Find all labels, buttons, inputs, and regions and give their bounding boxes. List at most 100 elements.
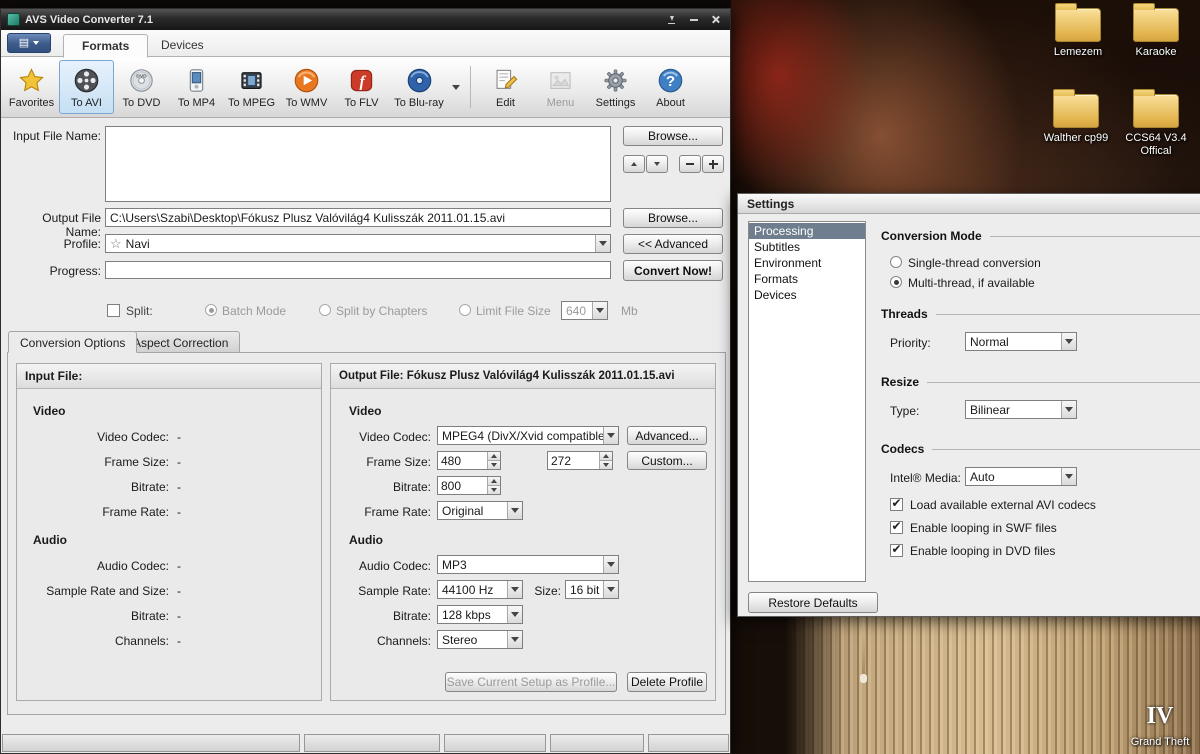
tool-about[interactable]: ? About (643, 60, 698, 114)
window-title: AVS Video Converter 7.1 (25, 13, 153, 26)
advanced-toggle-button[interactable]: << Advanced (623, 234, 723, 254)
dropdown-button[interactable] (507, 606, 522, 623)
audio-codec-select[interactable]: MP3 (437, 555, 619, 574)
nav-item-environment[interactable]: Environment (749, 255, 865, 271)
more-formats-dropdown[interactable] (449, 60, 463, 114)
browse-input-button[interactable]: Browse... (623, 126, 723, 146)
spinner-buttons[interactable] (599, 452, 612, 469)
desktop-icon-walther-cp99[interactable]: Walther cp99 (1038, 89, 1114, 145)
tool-to-flv[interactable]: f To FLV (334, 60, 389, 114)
single-thread-radio[interactable] (890, 256, 902, 268)
limit-file-size-radio[interactable] (459, 304, 471, 316)
video-bitrate-spinner[interactable]: 800 (437, 476, 501, 495)
dropdown-button[interactable] (507, 631, 522, 648)
sample-size-select[interactable]: 16 bit (565, 580, 619, 599)
spin-up-button[interactable] (600, 452, 612, 460)
dropdown-button[interactable] (1061, 401, 1076, 418)
tab-aspect-correction[interactable]: Aspect Correction (121, 331, 241, 353)
codecs-header: Codecs (881, 442, 1200, 456)
add-file-button[interactable] (702, 155, 724, 173)
output-file-input[interactable]: C:\Users\Szabi\Desktop\Fókusz Plusz Való… (105, 208, 611, 227)
minimize-to-tray-button[interactable] (663, 12, 680, 27)
tool-to-avi[interactable]: To AVI (59, 60, 114, 114)
limit-size-select[interactable]: 640 (561, 301, 608, 320)
status-pane (648, 734, 729, 752)
tool-label: About (656, 97, 685, 109)
button-label: Advanced... (635, 428, 699, 443)
convert-now-button[interactable]: Convert Now! (623, 260, 723, 281)
desktop-icon-ccs64[interactable]: CCS64 V3.4 Offical (1118, 89, 1194, 158)
intel-media-select[interactable]: Auto (965, 467, 1077, 486)
move-up-button[interactable] (623, 155, 645, 173)
dvd-looping-checkbox[interactable] (890, 542, 903, 557)
dropdown-button[interactable] (603, 581, 618, 598)
audio-bitrate-select[interactable]: 128 kbps (437, 605, 523, 624)
select-value: MP3 (442, 557, 467, 572)
tool-to-dvd[interactable]: DVD To DVD (114, 60, 169, 114)
tool-to-mpeg[interactable]: To MPEG (224, 60, 279, 114)
spin-down-button[interactable] (600, 460, 612, 469)
nav-item-processing[interactable]: Processing (749, 223, 865, 239)
split-by-chapters-radio[interactable] (319, 304, 331, 316)
dropdown-button[interactable] (1061, 468, 1076, 485)
row-value: - (177, 559, 181, 573)
resize-type-select[interactable]: Bilinear (965, 400, 1077, 419)
browse-output-button[interactable]: Browse... (623, 208, 723, 228)
tab-devices[interactable]: Devices (143, 34, 222, 58)
sample-rate-select[interactable]: 44100 Hz (437, 580, 523, 599)
external-avi-codecs-checkbox[interactable] (890, 496, 903, 511)
restore-defaults-button[interactable]: Restore Defaults (748, 592, 878, 613)
frame-rate-select[interactable]: Original (437, 501, 523, 520)
settings-title-bar[interactable]: Settings (738, 194, 1200, 214)
minimize-button[interactable] (685, 12, 702, 27)
split-checkbox[interactable] (107, 304, 120, 317)
spin-up-button[interactable] (488, 477, 500, 485)
spinner-buttons[interactable] (487, 477, 500, 494)
tab-formats[interactable]: Formats (63, 34, 149, 58)
frame-width-spinner[interactable]: 480 (437, 451, 501, 470)
tool-to-mp4[interactable]: To MP4 (169, 60, 224, 114)
input-file-list[interactable] (105, 126, 611, 202)
desktop-icon-grand-theft[interactable]: Grand Theft (1122, 700, 1198, 749)
advanced-codec-button[interactable]: Advanced... (627, 426, 707, 445)
dropdown-button[interactable] (507, 581, 522, 598)
tool-label: To Blu-ray (394, 97, 444, 109)
spinner-buttons[interactable] (487, 452, 500, 469)
dropdown-button[interactable] (603, 427, 618, 444)
tab-conversion-options[interactable]: Conversion Options (8, 331, 138, 353)
delete-profile-button[interactable]: Delete Profile (627, 672, 707, 692)
tool-settings[interactable]: Settings (588, 60, 643, 114)
tool-edit[interactable]: Edit (478, 60, 533, 114)
tool-to-bluray[interactable]: To Blu-ray (389, 60, 449, 114)
nav-item-formats[interactable]: Formats (749, 271, 865, 287)
dropdown-button[interactable] (507, 502, 522, 519)
desktop-icon-lemezem[interactable]: Lemezem (1040, 3, 1116, 59)
custom-frame-size-button[interactable]: Custom... (627, 451, 707, 470)
sample-size-label: Size: (534, 584, 561, 598)
desktop-icon-karaoke[interactable]: Karaoke (1118, 3, 1194, 59)
dropdown-button[interactable] (1061, 333, 1076, 350)
dropdown-button[interactable] (592, 302, 607, 319)
spin-up-button[interactable] (488, 452, 500, 460)
tool-favorites[interactable]: Favorites (4, 60, 59, 114)
nav-item-devices[interactable]: Devices (749, 287, 865, 303)
multi-thread-radio[interactable] (890, 276, 902, 288)
remove-file-button[interactable] (679, 155, 701, 173)
frame-height-spinner[interactable]: 272 (547, 451, 613, 470)
close-button[interactable] (707, 12, 724, 27)
swf-looping-checkbox[interactable] (890, 519, 903, 534)
dropdown-button[interactable] (595, 235, 610, 252)
nav-item-subtitles[interactable]: Subtitles (749, 239, 865, 255)
batch-mode-radio[interactable] (205, 304, 217, 316)
main-menu-button[interactable] (7, 33, 51, 53)
priority-select[interactable]: Normal (965, 332, 1077, 351)
video-codec-select[interactable]: MPEG4 (DivX/Xvid compatible) (437, 426, 619, 445)
spin-down-button[interactable] (488, 485, 500, 494)
title-bar[interactable]: AVS Video Converter 7.1 (1, 9, 730, 30)
profile-select[interactable]: Navi (105, 234, 611, 253)
dropdown-button[interactable] (603, 556, 618, 573)
move-down-button[interactable] (646, 155, 668, 173)
tool-to-wmv[interactable]: To WMV (279, 60, 334, 114)
channels-select[interactable]: Stereo (437, 630, 523, 649)
spin-down-button[interactable] (488, 460, 500, 469)
